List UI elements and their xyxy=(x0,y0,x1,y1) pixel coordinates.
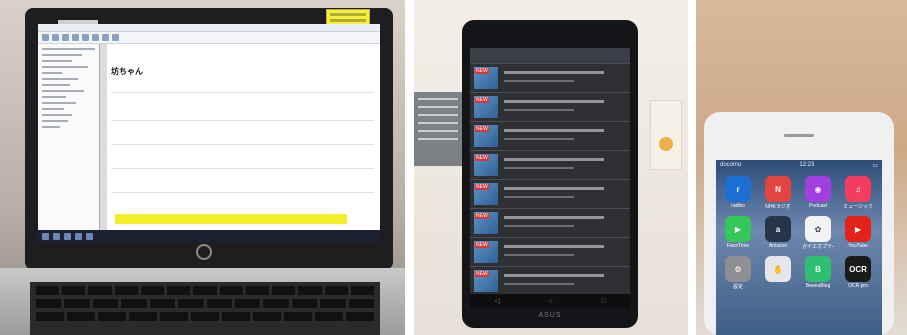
taskbar-icon xyxy=(86,232,93,240)
app-glyph-icon: ✿ xyxy=(805,216,831,242)
document-title: 坊ちゃん xyxy=(111,67,143,76)
app-glyph-icon: B xyxy=(805,256,831,282)
book-thumbnail-icon xyxy=(474,212,498,234)
laptop-photo: 坊ちゃん xyxy=(0,0,405,335)
app-glyph-icon: r xyxy=(725,176,751,202)
app-label: Podcast xyxy=(808,203,828,209)
toolbar-icon xyxy=(92,34,99,41)
book-thumbnail-icon xyxy=(474,96,498,118)
app-glyph-icon: ▶ xyxy=(725,216,751,242)
list-item[interactable] xyxy=(470,180,630,209)
status-bar: docomo 12:23 ▭ xyxy=(716,160,882,172)
phone-screen: docomo 12:23 ▭ r radiko N NHKラジオ ◉ Podcast ♫ ミュ… xyxy=(716,160,882,335)
tablet-photo: ◁ ○ □ ASUS xyxy=(414,0,688,335)
phone-device: docomo 12:23 ▭ r radiko N NHKラジオ ◉ Podcast ♫ ミュ… xyxy=(704,112,894,335)
app-icon-0[interactable]: r radiko xyxy=(722,176,754,210)
toolbar-icon xyxy=(102,34,109,41)
list-item[interactable] xyxy=(470,267,630,294)
app-label: FaceTime xyxy=(726,243,750,249)
app-icon-4[interactable]: ▶ FaceTime xyxy=(722,216,754,250)
book-thumbnail-icon xyxy=(474,154,498,176)
app-glyph-icon: ⚙ xyxy=(725,256,751,282)
app-glyph-icon: ♫ xyxy=(845,176,871,202)
tablet-topbar xyxy=(470,48,630,64)
outline-pane xyxy=(38,44,100,230)
taskbar-icon xyxy=(53,232,60,240)
hp-logo-icon xyxy=(196,244,212,260)
list-item[interactable] xyxy=(470,209,630,238)
battery-icon: ▭ xyxy=(872,163,878,169)
app-glyph-icon: a xyxy=(765,216,791,242)
highlighted-line xyxy=(115,214,347,224)
laptop-screen: 坊ちゃん xyxy=(38,24,380,242)
asus-logo: ASUS xyxy=(538,312,562,319)
app-glyph-icon: N xyxy=(765,176,791,202)
book-thumbnail-icon xyxy=(474,270,498,292)
android-nav-bar: ◁ ○ □ xyxy=(470,294,630,308)
document-pane: 坊ちゃん xyxy=(107,44,380,230)
phone-photo: docomo 12:23 ▭ r radiko N NHKラジオ ◉ Podcast ♫ ミュ… xyxy=(696,0,907,335)
app-glyph-icon: ◉ xyxy=(805,176,831,202)
book-thumbnail-icon xyxy=(474,125,498,147)
app-label: 設定 xyxy=(732,284,743,290)
book-thumbnail-icon xyxy=(474,241,498,263)
side-note-card xyxy=(414,92,462,166)
app-icon-11[interactable]: OCR OCR pro xyxy=(842,256,874,290)
taskbar-icon xyxy=(64,232,71,240)
app-label: Amazon xyxy=(768,243,788,249)
app-label: YouTube xyxy=(848,243,868,249)
app-icon-1[interactable]: N NHKラジオ xyxy=(762,176,794,210)
app-icon-2[interactable]: ◉ Podcast xyxy=(802,176,834,210)
toolbar-icon xyxy=(112,34,119,41)
app-icon-8[interactable]: ⚙ 設定 xyxy=(722,256,754,290)
app-label: radiko xyxy=(731,203,745,209)
app-icon-7[interactable]: ▶ YouTube xyxy=(842,216,874,250)
toolbar-icon xyxy=(72,34,79,41)
pane-splitter xyxy=(100,44,107,230)
app-glyph-icon: ▶ xyxy=(845,216,871,242)
app-grid: r radiko N NHKラジオ ◉ Podcast ♫ ミュージック ▶ FaceTime a A… xyxy=(722,176,878,290)
toolbar-icon xyxy=(42,34,49,41)
keyboard xyxy=(30,282,380,335)
book-thumbnail-icon xyxy=(474,67,498,89)
yellow-sticker xyxy=(326,9,370,25)
app-label: ミュージック xyxy=(843,204,873,210)
app-menubar xyxy=(38,24,380,32)
app-body: 坊ちゃん xyxy=(38,44,380,230)
app-icon-5[interactable]: a Amazon xyxy=(762,216,794,250)
list-item[interactable] xyxy=(470,122,630,151)
app-icon-3[interactable]: ♫ ミュージック xyxy=(842,176,874,210)
list-item[interactable] xyxy=(470,64,630,93)
list-item[interactable] xyxy=(470,238,630,267)
taskbar-icon xyxy=(75,232,82,240)
app-icon-6[interactable]: ✿ ガイエオプティ xyxy=(802,216,834,250)
app-toolbar xyxy=(38,32,380,44)
recents-icon[interactable]: □ xyxy=(601,298,605,305)
back-icon[interactable]: ◁ xyxy=(494,297,499,305)
app-glyph-icon: OCR xyxy=(845,256,871,282)
phone-speaker xyxy=(784,134,814,137)
windows-taskbar xyxy=(38,230,380,242)
app-label: OCR pro xyxy=(848,283,868,289)
clock-label: 12:23 xyxy=(799,162,815,168)
home-icon[interactable]: ○ xyxy=(548,298,552,305)
toolbar-icon xyxy=(62,34,69,41)
carrier-label: docomo xyxy=(720,162,742,168)
app-label: NHKラジオ xyxy=(765,204,791,210)
app-label: BeeeaBlog xyxy=(805,283,831,289)
app-icon-9[interactable]: ✋ xyxy=(762,256,794,290)
toolbar-icon xyxy=(82,34,89,41)
orange-card xyxy=(650,100,682,170)
app-label: ガイエオプティ xyxy=(802,244,834,250)
tablet-device: ◁ ○ □ ASUS xyxy=(462,20,638,328)
start-icon xyxy=(42,232,49,240)
list-item[interactable] xyxy=(470,93,630,122)
toolbar-icon xyxy=(52,34,59,41)
app-icon-10[interactable]: B BeeeaBlog xyxy=(802,256,834,290)
tablet-screen xyxy=(470,48,630,294)
list-item[interactable] xyxy=(470,151,630,180)
app-glyph-icon: ✋ xyxy=(765,256,791,282)
book-thumbnail-icon xyxy=(474,183,498,205)
